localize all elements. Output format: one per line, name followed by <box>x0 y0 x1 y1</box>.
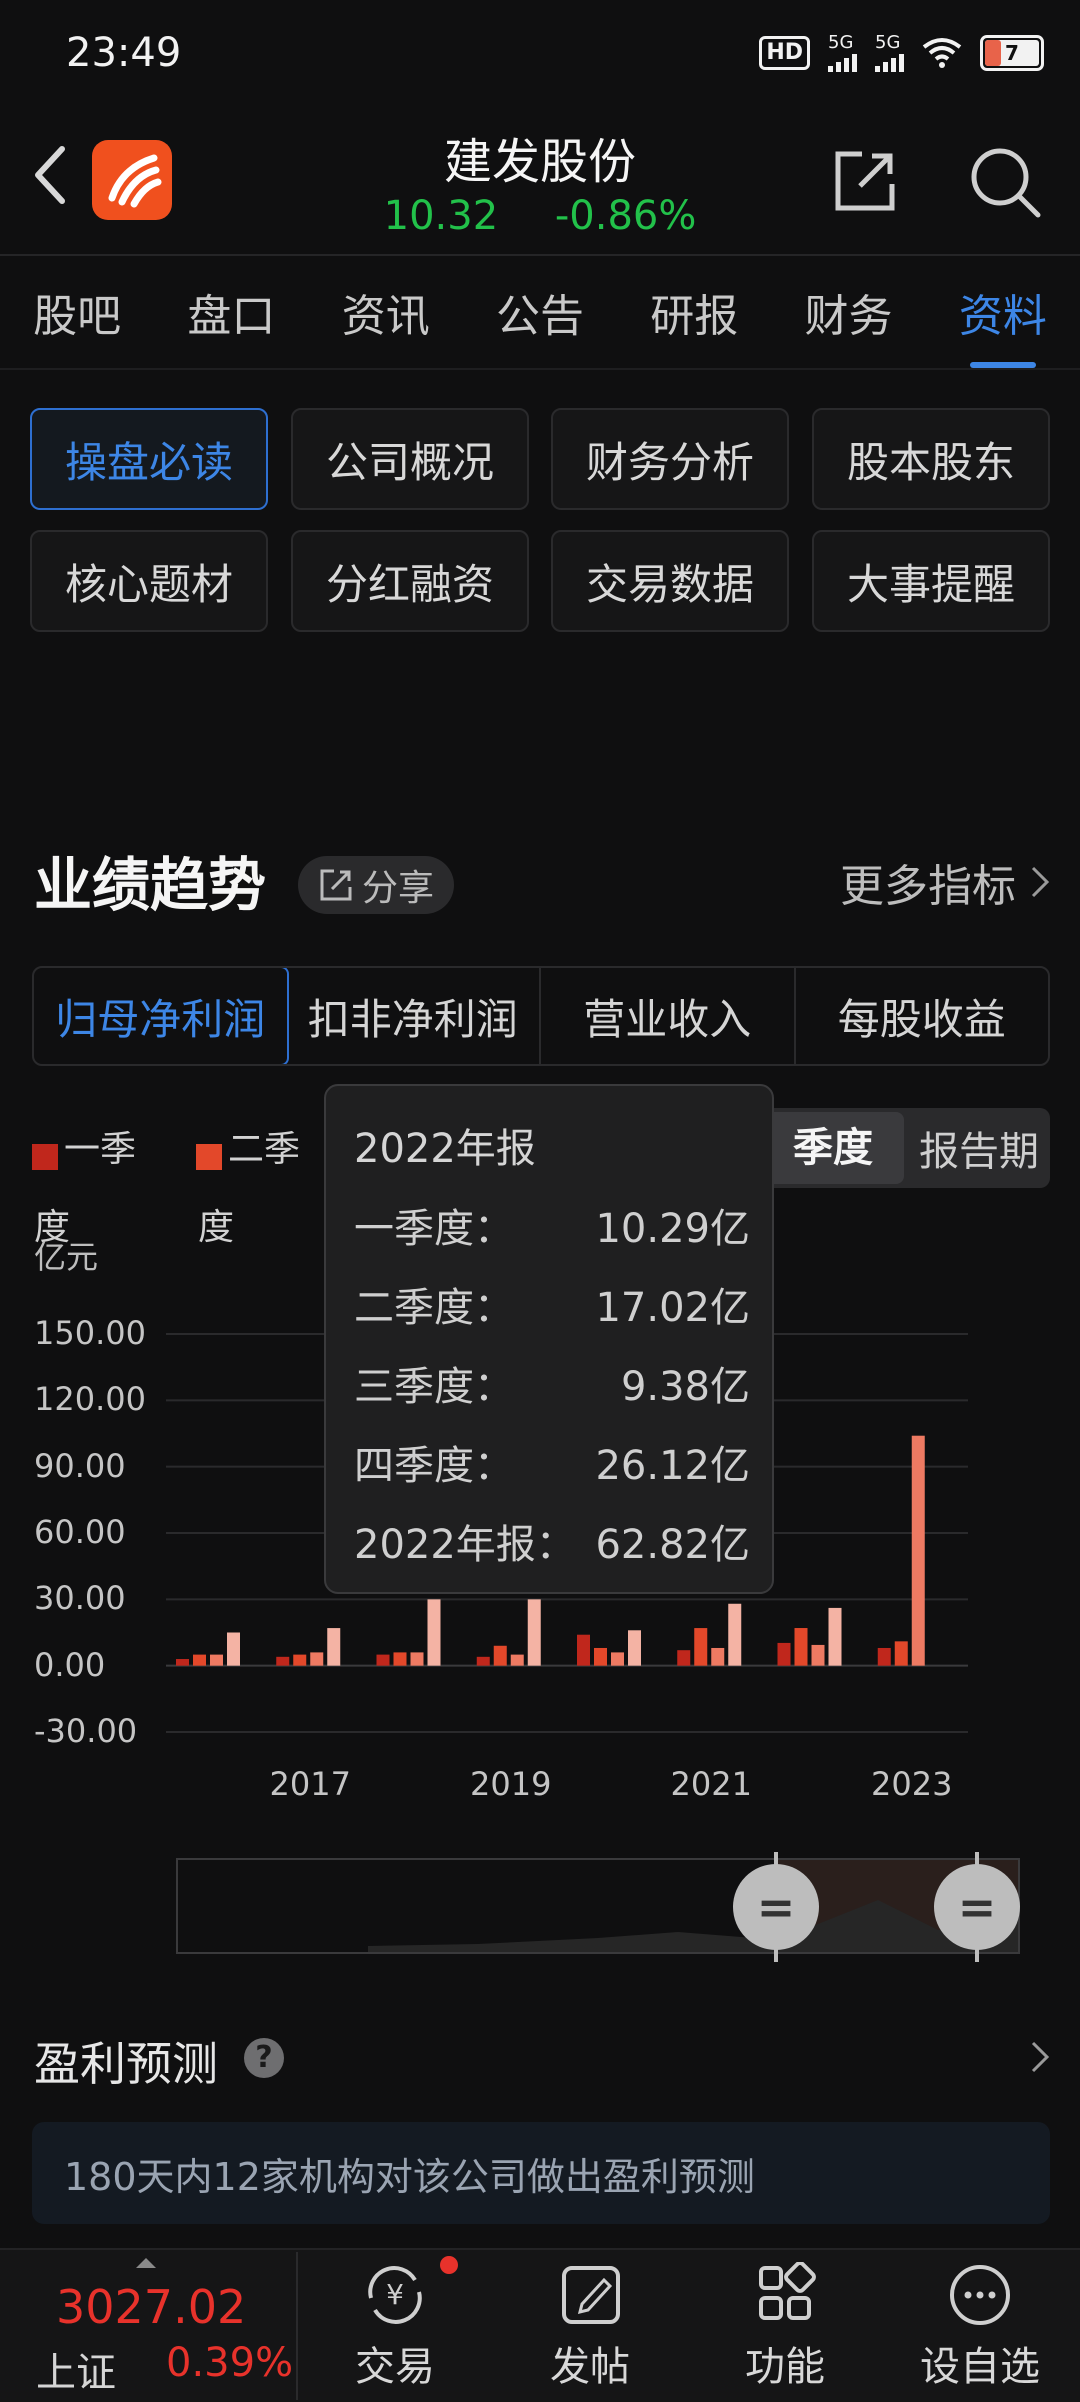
chart-bar[interactable] <box>911 1435 925 1666</box>
nav-functions[interactable]: 功能 <box>690 2254 880 2392</box>
chart-bar[interactable] <box>677 1650 691 1666</box>
profit-forecast-title: 盈利预测 <box>34 2037 218 2091</box>
chart-bar[interactable] <box>527 1599 541 1666</box>
chart-bar[interactable] <box>427 1599 441 1666</box>
chart-bar[interactable] <box>327 1628 341 1666</box>
nav-watchlist-label: 设自选 <box>920 2344 1040 2390</box>
chart-bar[interactable] <box>293 1654 307 1666</box>
trade-icon: ¥ <box>368 2266 422 2324</box>
tooltip-row: 2022年报： 62.82亿 <box>354 1522 750 1568</box>
nav-watchlist[interactable]: 设自选 <box>885 2254 1075 2392</box>
range-sparkline <box>368 1900 1018 1952</box>
chart-bar[interactable] <box>310 1652 324 1666</box>
apps-icon <box>759 2262 816 2320</box>
chart-bar[interactable] <box>210 1654 223 1666</box>
chart-bar[interactable] <box>393 1652 407 1666</box>
chart-bar[interactable] <box>711 1647 725 1666</box>
caret-up-icon[interactable] <box>136 2258 156 2268</box>
chart-bar[interactable] <box>376 1654 390 1666</box>
chart-bar[interactable] <box>894 1641 908 1666</box>
chart-tooltip: 2022年报 一季度： 10.29亿 二季度： 17.02亿 三季度： 9.38亿 四… <box>324 1084 774 1594</box>
nav-post-label: 发帖 <box>550 2344 630 2390</box>
range-handle-left[interactable]: = <box>733 1864 819 1950</box>
chart-bar[interactable] <box>176 1659 189 1666</box>
svg-text:¥: ¥ <box>386 2278 404 2311</box>
chart-bar[interactable] <box>628 1630 641 1666</box>
edit-icon <box>562 2266 620 2324</box>
chart-bar[interactable] <box>777 1642 791 1666</box>
range-handle-right[interactable]: = <box>934 1864 1020 1950</box>
index-change[interactable]: 0.39% <box>166 2340 293 2386</box>
help-icon[interactable]: ? <box>244 2038 284 2078</box>
chart-bar[interactable] <box>877 1647 891 1666</box>
chart-bar[interactable] <box>510 1654 524 1666</box>
chart-bar[interactable] <box>193 1654 206 1666</box>
notification-dot <box>440 2256 458 2274</box>
chart-bar[interactable] <box>276 1656 290 1666</box>
profit-forecast-note[interactable]: 180天内12家机构对该公司做出盈利预测 <box>32 2122 1050 2224</box>
nav-trade[interactable]: ¥ 交易 <box>300 2254 490 2392</box>
chart-bar[interactable] <box>476 1656 490 1666</box>
more-circle-icon <box>950 2265 1010 2325</box>
index-value[interactable]: 3027.02 <box>56 2280 246 2334</box>
chart-bar[interactable] <box>227 1632 240 1666</box>
bottom-divider <box>296 2252 298 2400</box>
nav-post[interactable]: 发帖 <box>495 2254 685 2392</box>
chart-bar[interactable] <box>594 1647 607 1666</box>
chevron-right-icon[interactable] <box>1030 2040 1050 2074</box>
tooltip-row: 一季度： 10.29亿 <box>354 1206 750 1252</box>
chart-bar[interactable] <box>728 1603 742 1666</box>
chart-bar[interactable] <box>828 1607 842 1666</box>
range-slider[interactable] <box>176 1858 1020 1954</box>
tooltip-row: 四季度： 26.12亿 <box>354 1443 750 1489</box>
chart-bar[interactable] <box>410 1652 424 1666</box>
chart-bar[interactable] <box>493 1645 507 1666</box>
chart-bar[interactable] <box>794 1628 808 1666</box>
chart-bar[interactable] <box>811 1644 825 1666</box>
chart-bar[interactable] <box>577 1634 590 1666</box>
nav-functions-label: 功能 <box>745 2344 825 2390</box>
chart-bar[interactable] <box>694 1628 708 1666</box>
tooltip-title: 2022年报 <box>354 1126 536 1172</box>
tooltip-row: 三季度： 9.38亿 <box>354 1364 750 1410</box>
nav-trade-label: 交易 <box>355 2344 435 2390</box>
chart-bar[interactable] <box>611 1652 624 1666</box>
tooltip-row: 二季度： 17.02亿 <box>354 1285 750 1331</box>
index-name[interactable]: 上证 <box>36 2340 116 2398</box>
